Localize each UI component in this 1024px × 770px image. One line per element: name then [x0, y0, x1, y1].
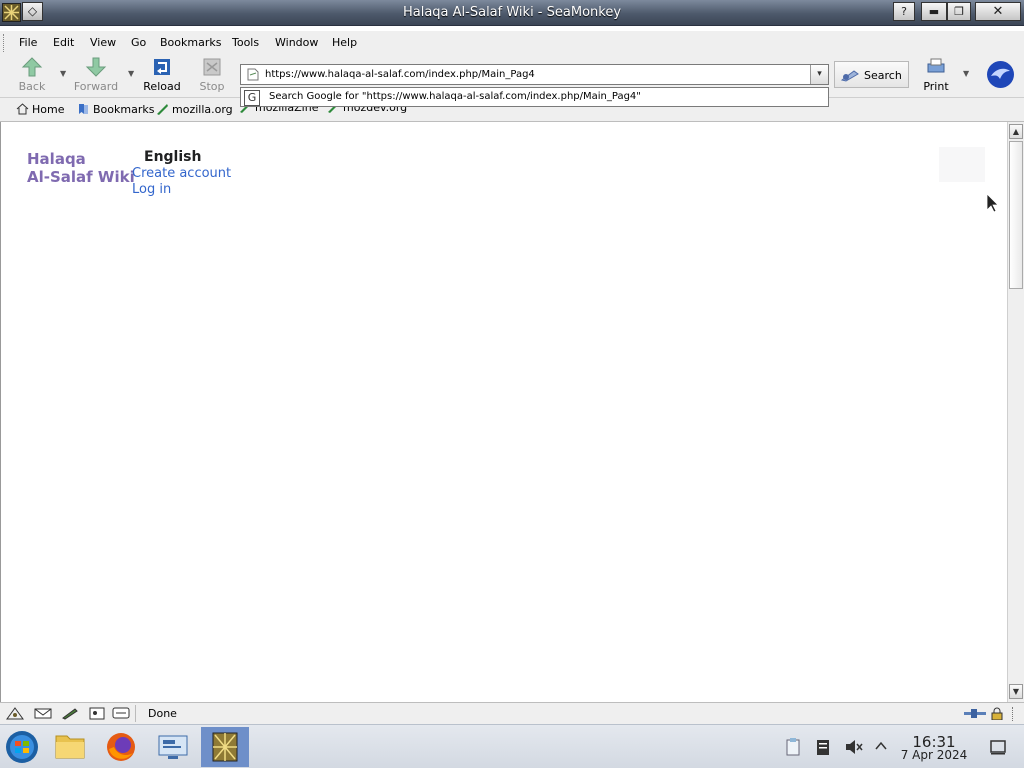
forward-button[interactable]: Forward — [72, 57, 120, 95]
minimize-icon[interactable]: ▬ — [921, 2, 947, 21]
stop-icon — [203, 58, 221, 76]
create-account-link[interactable]: Create account — [132, 166, 231, 181]
menu-file[interactable]: File — [19, 36, 37, 49]
page-content[interactable]: Halaqa Al-Salaf Wiki English Create acco… — [0, 122, 1007, 702]
bookmarks-link[interactable]: Bookmarks — [77, 103, 154, 116]
home-icon — [16, 103, 29, 115]
reload-icon — [154, 59, 170, 75]
menu-go[interactable]: Go — [131, 36, 146, 49]
irc-chat-icon[interactable] — [112, 707, 130, 720]
forward-icon — [85, 57, 107, 77]
menu-edit[interactable]: Edit — [53, 36, 74, 49]
clock-date[interactable]: 7 Apr 2024 — [895, 748, 973, 762]
url-history-dropdown-icon[interactable]: ▾ — [810, 65, 828, 84]
forward-label: Forward — [73, 80, 119, 93]
menu-window[interactable]: Window — [275, 36, 318, 49]
composer-icon[interactable] — [61, 707, 79, 720]
page-icon — [247, 68, 259, 81]
url-autocomplete-item[interactable]: G Search Google for "https://www.halaqa-… — [240, 87, 829, 107]
home-link[interactable]: Home — [16, 103, 64, 116]
print-button[interactable]: Print — [912, 57, 960, 95]
seamonkey-task-icon[interactable] — [201, 727, 249, 767]
menu-bookmarks[interactable]: Bookmarks — [160, 36, 221, 49]
site-name-line1: Halaqa — [27, 150, 86, 168]
menu-bar: File Edit View Go Bookmarks Tools Window… — [0, 31, 1024, 56]
back-icon — [21, 57, 43, 77]
chevron-up-icon[interactable] — [874, 740, 888, 752]
menu-view[interactable]: View — [90, 36, 116, 49]
file-manager-icon[interactable] — [46, 727, 94, 767]
help-icon[interactable]: ? — [893, 2, 915, 21]
menu-tools[interactable]: Tools — [232, 36, 259, 49]
online-status-icon[interactable] — [962, 707, 988, 720]
show-desktop-icon[interactable] — [989, 738, 1007, 756]
toolbar-grip[interactable] — [3, 34, 7, 52]
maximize-icon[interactable]: ❐ — [947, 2, 971, 21]
stop-button[interactable]: Stop — [188, 57, 236, 95]
print-label: Print — [923, 80, 949, 93]
search-box-placeholder[interactable] — [939, 147, 985, 182]
log-in-link[interactable]: Log in — [132, 182, 171, 197]
mozilla-org-link[interactable]: mozilla.org — [156, 103, 233, 116]
mail-icon[interactable] — [34, 707, 52, 720]
scrollbar-thumb[interactable] — [1009, 141, 1023, 289]
mouse-cursor-icon — [986, 193, 999, 213]
start-button-icon[interactable] — [0, 727, 44, 767]
url-bar[interactable]: ▾ — [240, 64, 829, 85]
menu-help[interactable]: Help — [332, 36, 357, 49]
autocomplete-text: Search Google for "https://www.halaqa-al… — [269, 91, 641, 102]
vertical-scrollbar[interactable]: ▲ ▼ — [1007, 122, 1024, 702]
search-label: Search — [864, 69, 902, 82]
stop-label: Stop — [199, 80, 225, 93]
mozilla-org-label: mozilla.org — [172, 103, 233, 116]
print-dropdown-icon[interactable]: ▼ — [963, 69, 969, 78]
url-input[interactable] — [265, 66, 795, 83]
resize-grip[interactable] — [1012, 707, 1022, 721]
bookmarks-icon — [79, 104, 88, 114]
close-icon[interactable]: ✕ — [975, 2, 1021, 21]
reload-label: Reload — [143, 80, 181, 93]
bookmarks-label: Bookmarks — [93, 103, 155, 116]
window-titlebar: ◇ Halaqa Al-Salaf Wiki - SeaMonkey ? ▬ ❐… — [0, 0, 1024, 26]
seamonkey-logo-icon[interactable] — [986, 60, 1015, 89]
security-lock-icon[interactable] — [990, 707, 1004, 720]
search-icon — [840, 70, 859, 82]
site-logo[interactable]: Halaqa Al-Salaf Wiki — [27, 150, 135, 186]
notes-icon[interactable] — [815, 738, 831, 756]
window-title: Halaqa Al-Salaf Wiki - SeaMonkey — [402, 5, 622, 20]
print-icon — [927, 58, 945, 73]
back-dropdown-icon[interactable]: ▼ — [60, 69, 66, 78]
search-button[interactable]: Search — [834, 61, 909, 88]
navigator-icon[interactable] — [6, 707, 24, 720]
mozilla-icon — [157, 104, 168, 115]
taskbar: 16:31 7 Apr 2024 — [0, 724, 1024, 768]
address-book-icon[interactable] — [88, 707, 106, 720]
back-label: Back — [18, 80, 46, 93]
clipboard-icon[interactable] — [784, 737, 802, 757]
forward-dropdown-icon[interactable]: ▼ — [128, 69, 134, 78]
reload-button[interactable]: Reload — [138, 57, 186, 95]
site-name-line2: Al-Salaf Wiki — [27, 168, 135, 186]
back-button[interactable]: Back — [8, 57, 56, 95]
status-separator — [135, 705, 136, 722]
language-selector[interactable]: English — [144, 149, 201, 165]
home-label: Home — [32, 103, 65, 116]
scroll-down-icon[interactable]: ▼ — [1009, 684, 1023, 699]
firefox-icon[interactable] — [97, 727, 145, 767]
remote-desktop-icon[interactable] — [149, 727, 197, 767]
scroll-up-icon[interactable]: ▲ — [1009, 124, 1023, 139]
status-bar: Done — [0, 702, 1024, 724]
status-text: Done — [148, 707, 177, 720]
google-icon: G — [244, 90, 260, 106]
volume-muted-icon[interactable] — [844, 738, 864, 756]
